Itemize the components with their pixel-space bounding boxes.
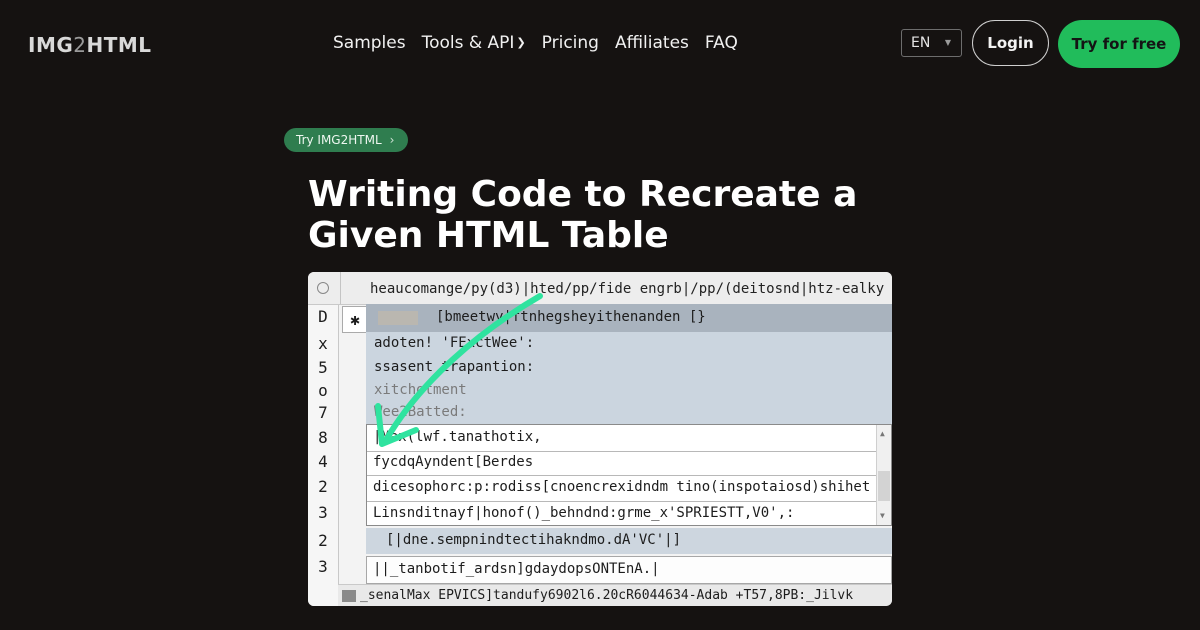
pill-label: Try IMG2HTML bbox=[296, 133, 382, 147]
login-button[interactable]: Login bbox=[972, 20, 1049, 66]
main-nav: Samples Tools & API ❯ Pricing Affiliates … bbox=[333, 33, 738, 53]
nav-item-affiliates[interactable]: Affiliates bbox=[615, 33, 689, 53]
dropdown-arrow-icon: ▼ bbox=[944, 38, 951, 47]
nav-item-pricing[interactable]: Pricing bbox=[542, 33, 599, 53]
chevron-down-icon: ❯ bbox=[516, 36, 526, 49]
nav-item-tools-api-label: Tools & API bbox=[421, 33, 515, 53]
try-img2html-pill[interactable]: Try IMG2HTML › bbox=[284, 128, 409, 152]
language-value: EN bbox=[911, 35, 931, 51]
logo-mid: 2 bbox=[73, 33, 87, 57]
try-for-free-button[interactable]: Try for free bbox=[1058, 20, 1180, 68]
pointer-arrow-icon bbox=[375, 293, 543, 447]
page-title: Writing Code to Recreate a Given HTML Ta… bbox=[308, 174, 858, 256]
nav-item-tools-api[interactable]: Tools & API ❯ bbox=[422, 33, 526, 53]
hero-screenshot: heaucomange/py(d3)|hted/pp/fide engrb|/p… bbox=[308, 272, 892, 606]
chevron-right-icon: › bbox=[389, 133, 395, 147]
nav-item-samples[interactable]: Samples bbox=[333, 33, 406, 53]
language-select[interactable]: EN ▼ bbox=[901, 29, 962, 57]
nav-item-faq[interactable]: FAQ bbox=[705, 33, 738, 53]
logo-suffix: HTML bbox=[86, 33, 152, 57]
logo[interactable]: IMG2HTML bbox=[28, 33, 152, 57]
logo-prefix: IMG bbox=[28, 33, 74, 57]
